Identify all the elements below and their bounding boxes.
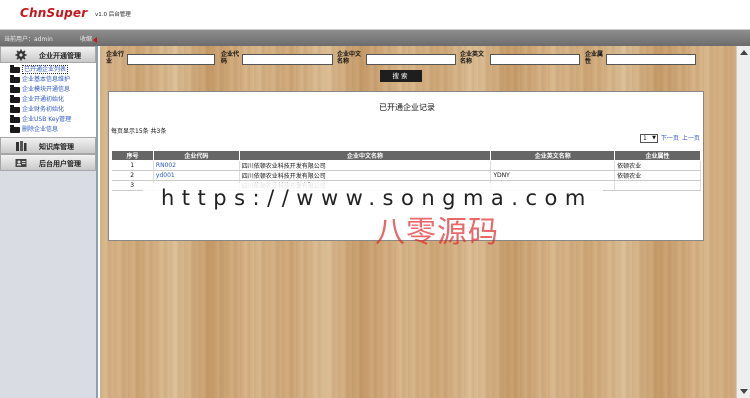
code-label: 企业代码 bbox=[221, 51, 240, 65]
cell-cn-name: 四川依顿农业科技开发有限公司 bbox=[239, 160, 492, 171]
cell-en-name bbox=[490, 160, 616, 171]
search-form: 企业行业 企业代码 企业中文名称 企业英文名称 企业属性 bbox=[100, 50, 736, 70]
triangle-left-icon bbox=[93, 36, 98, 43]
en-name-label: 企业英文名称 bbox=[460, 51, 485, 65]
sidebar-item-delete[interactable]: 删除企业信息 bbox=[9, 125, 96, 135]
user-bar: 当前用户：admin 收缩 bbox=[0, 30, 750, 46]
folder-icon bbox=[10, 115, 20, 123]
page-select[interactable]: 1 bbox=[640, 134, 658, 143]
sidebar-item-label: 删除企业信息 bbox=[22, 126, 59, 133]
scroll-down-icon[interactable] bbox=[740, 389, 748, 394]
sidebar-item-label: 企业财务初始化 bbox=[22, 106, 65, 113]
sidebar-item-label: 已开通企业列表 bbox=[22, 65, 69, 74]
col-no: 序号 bbox=[111, 150, 154, 161]
attr-label: 企业属性 bbox=[585, 51, 604, 65]
records-title: 已开通企业记录 bbox=[379, 103, 435, 112]
cell-attr: 依顿农业 bbox=[614, 170, 701, 181]
vertical-scrollbar[interactable] bbox=[736, 46, 750, 398]
industry-label: 企业行业 bbox=[106, 51, 125, 65]
code-link[interactable]: yd001 bbox=[156, 172, 175, 179]
sidebar-item-enterprise-list[interactable]: 已开通企业列表 bbox=[9, 65, 96, 75]
pager: 1 下一页 上一页 bbox=[640, 133, 700, 143]
collapse-label: 收缩 bbox=[80, 36, 93, 43]
folder-icon bbox=[10, 85, 20, 93]
app-logo: ChnSuper bbox=[20, 6, 88, 20]
cell-cn-name: 四川依顿农业科技开发有限公司 bbox=[239, 170, 492, 181]
books-icon bbox=[16, 141, 27, 151]
sidebar-item-label: 企业模块开通信息 bbox=[22, 86, 71, 93]
sidebar-section-label: 知识库管理 bbox=[39, 143, 74, 151]
col-attr: 企业属性 bbox=[614, 150, 701, 161]
sidebar-item-label: 企业基本信息维护 bbox=[22, 76, 71, 83]
sidebar-section-knowledge[interactable]: 知识库管理 bbox=[0, 137, 96, 154]
col-en-name: 企业英文名称 bbox=[490, 150, 616, 161]
sidebar-section-enterprise[interactable]: 企业开通管理 bbox=[0, 46, 96, 63]
folder-icon bbox=[10, 105, 20, 113]
table-row: 2 yd001 四川依顿农业科技开发有限公司 YDNY 依顿农业 bbox=[111, 170, 701, 181]
table-header-row: 序号 企业代码 企业中文名称 企业英文名称 企业属性 bbox=[111, 150, 701, 161]
id-card-icon bbox=[15, 159, 27, 167]
next-page-link[interactable]: 下一页 bbox=[661, 135, 679, 142]
watermark-url: https://www.songma.com bbox=[143, 183, 603, 213]
en-name-input[interactable] bbox=[490, 54, 580, 65]
app-version: v1.0 后台管理 bbox=[95, 12, 131, 18]
gear-icon bbox=[15, 49, 27, 61]
sidebar-section-users[interactable]: 后台用户管理 bbox=[0, 154, 96, 171]
search-button[interactable]: 搜索 bbox=[380, 70, 422, 82]
watermark-cn: 八零源码 bbox=[375, 215, 499, 250]
sidebar-item-label: 企业开通初始化 bbox=[22, 96, 65, 103]
attr-input[interactable] bbox=[606, 54, 696, 65]
current-user: 当前用户：admin bbox=[4, 36, 53, 43]
sidebar-section-label: 企业开通管理 bbox=[39, 52, 81, 60]
prev-page-link[interactable]: 上一页 bbox=[682, 135, 700, 142]
cell-en-name: YDNY bbox=[490, 170, 616, 181]
cell-no: 2 bbox=[111, 170, 154, 181]
sidebar-item-init[interactable]: 企业开通初始化 bbox=[9, 95, 96, 105]
sidebar-submenu: 已开通企业列表 企业基本信息维护 企业模块开通信息 企业开通初始化 企业财务初始… bbox=[0, 63, 96, 137]
folder-icon bbox=[10, 95, 20, 103]
col-code: 企业代码 bbox=[152, 150, 240, 161]
sidebar-item-label: 企业USB Key管理 bbox=[22, 116, 72, 123]
cell-code: RN002 bbox=[153, 160, 240, 171]
sidebar-item-module-info[interactable]: 企业模块开通信息 bbox=[9, 85, 96, 95]
cell-no: 1 bbox=[111, 160, 154, 171]
cell-attr: 依顿农业 bbox=[614, 160, 701, 171]
cn-name-label: 企业中文名称 bbox=[337, 51, 362, 65]
folder-icon bbox=[10, 75, 20, 83]
folder-icon bbox=[10, 125, 20, 133]
cell-code: yd001 bbox=[153, 170, 240, 181]
sidebar-item-usb-key[interactable]: 企业USB Key管理 bbox=[9, 115, 96, 125]
code-link[interactable]: RN002 bbox=[156, 162, 176, 169]
sidebar-item-basic-info[interactable]: 企业基本信息维护 bbox=[9, 75, 96, 85]
scroll-up-icon[interactable] bbox=[740, 50, 748, 55]
collapse-sidebar-button[interactable]: 收缩 bbox=[80, 34, 98, 43]
industry-input[interactable] bbox=[127, 54, 215, 65]
records-info: 每页显示15条 共3条 bbox=[111, 128, 167, 135]
top-header: ChnSuper v1.0 后台管理 bbox=[0, 0, 750, 30]
sidebar-section-label: 后台用户管理 bbox=[39, 160, 81, 168]
cell-attr bbox=[614, 180, 701, 191]
sidebar: 企业开通管理 已开通企业列表 企业基本信息维护 企业模块开通信息 企业开通初始化… bbox=[0, 46, 98, 398]
code-input[interactable] bbox=[242, 54, 333, 65]
folder-icon bbox=[10, 65, 20, 73]
table-row: 1 RN002 四川依顿农业科技开发有限公司 依顿农业 bbox=[111, 160, 701, 171]
sidebar-item-finance-init[interactable]: 企业财务初始化 bbox=[9, 105, 96, 115]
col-cn-name: 企业中文名称 bbox=[238, 150, 492, 161]
cn-name-input[interactable] bbox=[366, 54, 456, 65]
